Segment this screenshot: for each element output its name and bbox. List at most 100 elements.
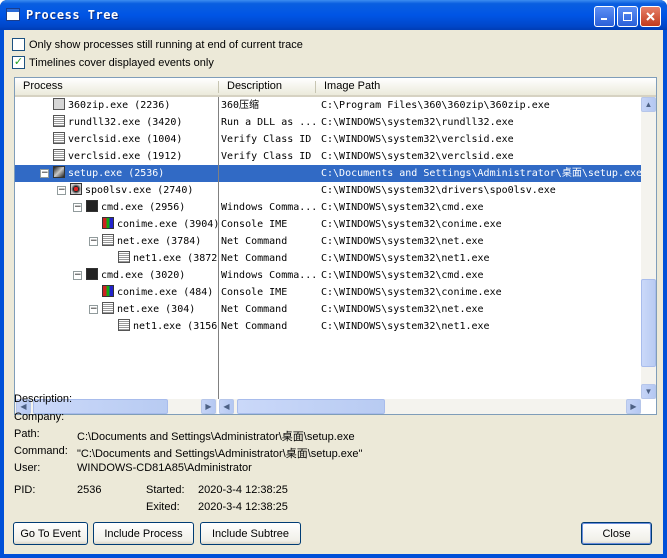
- process-description: 360压缩: [221, 100, 260, 111]
- process-name: rundll32.exe (3420): [68, 117, 183, 128]
- process-name: net.exe (304): [117, 304, 196, 315]
- process-icon: [118, 251, 130, 263]
- process-row[interactable]: rundll32.exe (3420) Run a DLL as ... C:\WI…: [15, 114, 641, 131]
- process-row[interactable]: − setup.exe (2536) C:\Documents and Settin…: [15, 165, 643, 182]
- process-name: net1.exe (3872): [133, 253, 218, 264]
- description-label: Description:: [14, 393, 73, 405]
- process-name-cell: conime.exe (3904): [102, 216, 218, 233]
- include-subtree-button[interactable]: Include Subtree: [200, 522, 301, 545]
- close-window-button[interactable]: [640, 6, 661, 27]
- process-row[interactable]: − net.exe (3784) Net Command C:\WINDOWS\sys…: [15, 233, 641, 250]
- process-row[interactable]: net1.exe (3872) Net Command C:\WINDOWS\sys…: [15, 250, 641, 267]
- collapse-toggle[interactable]: −: [89, 305, 98, 314]
- timelines-label: Timelines cover displayed events only: [29, 56, 214, 69]
- process-image-path: C:\WINDOWS\system32\verclsid.exe: [321, 151, 514, 162]
- scroll-up-button[interactable]: ▲: [641, 97, 656, 112]
- process-icon: [102, 302, 114, 314]
- column-header-description[interactable]: Description: [219, 78, 315, 95]
- scroll-down-button[interactable]: ▼: [641, 384, 656, 399]
- user-value: WINDOWS-CD81A85\Administrator: [77, 462, 252, 474]
- process-row[interactable]: verclsid.exe (1004) Verify Class ID C:\WIN…: [15, 131, 641, 148]
- detail-scroll-right-button[interactable]: ▶: [626, 399, 641, 414]
- collapse-toggle[interactable]: −: [73, 271, 82, 280]
- process-description: Net Command: [221, 321, 288, 332]
- detail-hscroll-thumb[interactable]: [237, 399, 385, 414]
- path-label: Path:: [14, 428, 40, 440]
- process-icon: [102, 234, 114, 246]
- process-icon: [53, 98, 65, 110]
- dialog-body: Only show processes still running at end…: [4, 30, 663, 554]
- process-name: net1.exe (3156): [133, 321, 218, 332]
- column-header-process[interactable]: Process: [15, 78, 218, 95]
- detail-pane-hscrollbar[interactable]: ◀ ▶: [219, 399, 641, 414]
- only-running-label: Only show processes still running at end…: [29, 38, 303, 51]
- process-row[interactable]: conime.exe (484) Console IME C:\WINDOWS\sy…: [15, 284, 641, 301]
- vertical-scroll-thumb[interactable]: [641, 279, 656, 367]
- maximize-button[interactable]: [617, 6, 638, 27]
- process-row[interactable]: net1.exe (3156) Net Command C:\WINDOWS\sys…: [15, 318, 641, 335]
- process-image-path: C:\WINDOWS\system32\conime.exe: [321, 219, 502, 230]
- process-name: spo0lsv.exe (2740): [85, 185, 194, 196]
- process-image-path: C:\Program Files\360\360zip\360zip.exe: [321, 100, 550, 111]
- process-image-path: C:\Documents and Settings\Administrator\…: [321, 168, 643, 179]
- process-description: Net Command: [221, 304, 288, 315]
- process-name-cell: rundll32.exe (3420): [53, 114, 218, 131]
- process-image-path: C:\WINDOWS\system32\net1.exe: [321, 253, 490, 264]
- column-header-image-path[interactable]: Image Path: [316, 78, 636, 95]
- minimize-icon: [601, 18, 607, 20]
- exited-value: 2020-3-4 12:38:25: [198, 501, 288, 513]
- path-value: C:\Documents and Settings\Administrator\…: [77, 431, 355, 443]
- only-running-checkbox[interactable]: [12, 38, 25, 51]
- close-button[interactable]: Close: [581, 522, 652, 545]
- process-row[interactable]: − cmd.exe (3020) Windows Comma... C:\WINDOW…: [15, 267, 641, 284]
- process-name: net.exe (3784): [117, 236, 202, 247]
- timelines-option[interactable]: ✓ Timelines cover displayed events only: [12, 56, 214, 69]
- column-splitter[interactable]: [218, 97, 219, 399]
- process-name-cell: cmd.exe (3020): [86, 267, 218, 284]
- process-description: Console IME: [221, 287, 288, 298]
- close-icon: [646, 12, 655, 21]
- process-name-cell: setup.exe (2536): [53, 165, 218, 182]
- window-icon: [6, 8, 20, 21]
- process-image-path: C:\WINDOWS\system32\net.exe: [321, 304, 484, 315]
- vertical-scrollbar[interactable]: ▲ ▼: [641, 97, 656, 399]
- process-tree-list[interactable]: Process Description Image Path 360zip.ex…: [14, 77, 657, 415]
- process-row[interactable]: conime.exe (3904) Console IME C:\WINDOWS\s…: [15, 216, 641, 233]
- detail-scroll-left-button[interactable]: ◀: [219, 399, 234, 414]
- process-name-cell: net1.exe (3872): [118, 250, 218, 267]
- user-label: User:: [14, 462, 41, 474]
- title-bar[interactable]: Process Tree: [0, 0, 667, 30]
- process-description: Verify Class ID: [221, 151, 312, 162]
- collapse-toggle[interactable]: −: [57, 186, 66, 195]
- go-to-event-button[interactable]: Go To Event: [13, 522, 88, 545]
- collapse-toggle[interactable]: −: [40, 169, 49, 178]
- collapse-toggle[interactable]: −: [73, 203, 82, 212]
- started-label: Started:: [146, 484, 185, 496]
- collapse-toggle[interactable]: −: [89, 237, 98, 246]
- process-row[interactable]: − spo0lsv.exe (2740) C:\WINDOWS\system32\d…: [15, 182, 641, 199]
- process-row[interactable]: verclsid.exe (1912) Verify Class ID C:\WIN…: [15, 148, 641, 165]
- timelines-checkbox[interactable]: ✓: [12, 56, 25, 69]
- only-running-option[interactable]: Only show processes still running at end…: [12, 38, 303, 51]
- process-description: Console IME: [221, 219, 288, 230]
- process-name-cell: spo0lsv.exe (2740): [70, 182, 218, 199]
- process-name-cell: conime.exe (484): [102, 284, 218, 301]
- process-image-path: C:\WINDOWS\system32\rundll32.exe: [321, 117, 514, 128]
- process-icon: [53, 149, 65, 161]
- command-label: Command:: [14, 445, 68, 457]
- include-process-button[interactable]: Include Process: [93, 522, 194, 545]
- process-tree-window: Process Tree Only show processes still r…: [0, 0, 667, 558]
- process-row[interactable]: − cmd.exe (2956) Windows Comma... C:\WINDOW…: [15, 199, 641, 216]
- process-name-cell: net.exe (3784): [102, 233, 218, 250]
- process-row[interactable]: 360zip.exe (2236) 360压缩 C:\Program Files\3…: [15, 97, 641, 114]
- process-name-cell: net.exe (304): [102, 301, 218, 318]
- process-image-path: C:\WINDOWS\system32\cmd.exe: [321, 270, 484, 281]
- process-name: verclsid.exe (1912): [68, 151, 183, 162]
- minimize-button[interactable]: [594, 6, 615, 27]
- process-image-path: C:\WINDOWS\system32\conime.exe: [321, 287, 502, 298]
- scroll-right-button[interactable]: ▶: [201, 399, 216, 414]
- pid-label: PID:: [14, 484, 36, 496]
- process-name-cell: verclsid.exe (1912): [53, 148, 218, 165]
- process-row[interactable]: − net.exe (304) Net Command C:\WINDOWS\syst…: [15, 301, 641, 318]
- column-header-bar: Process Description Image Path: [15, 78, 656, 97]
